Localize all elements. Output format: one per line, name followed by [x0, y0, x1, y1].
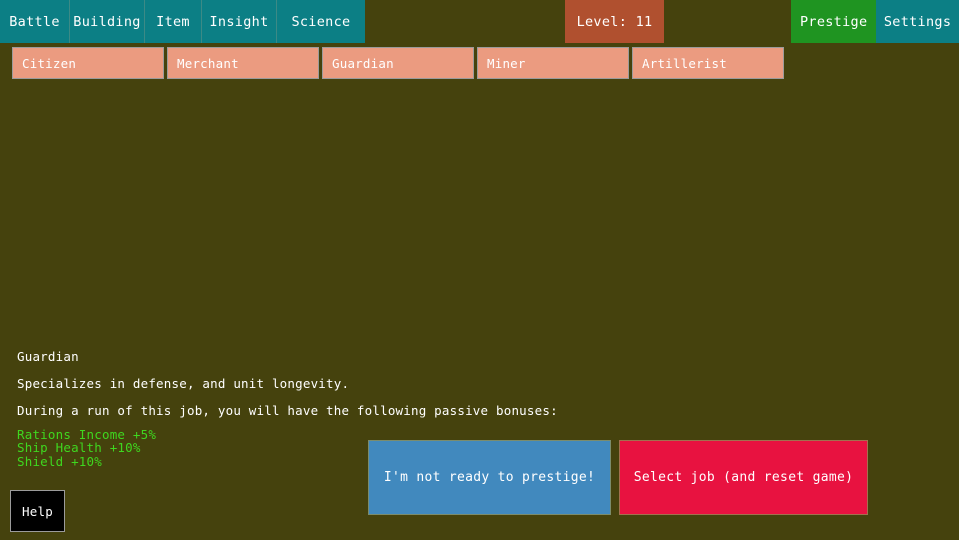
- top-navigation-bar: Battle Building Item Insight Science Lev…: [0, 0, 959, 43]
- job-button-citizen[interactable]: Citizen: [12, 47, 164, 79]
- tab-item[interactable]: Item: [145, 0, 202, 43]
- bonus-item-rations-income: Rations Income +5%: [17, 428, 717, 441]
- job-info-panel: Guardian Specializes in defense, and uni…: [17, 350, 717, 468]
- job-button-miner[interactable]: Miner: [477, 47, 629, 79]
- nav-spacer-left: [365, 0, 565, 43]
- bonus-item-ship-health: Ship Health +10%: [17, 441, 717, 454]
- bonus-list: Rations Income +5% Ship Health +10% Shie…: [17, 428, 717, 468]
- job-button-merchant[interactable]: Merchant: [167, 47, 319, 79]
- bonus-prompt: During a run of this job, you will have …: [17, 404, 717, 417]
- job-button-artillerist[interactable]: Artillerist: [632, 47, 784, 79]
- nav-spacer-right: [664, 0, 791, 43]
- help-button[interactable]: Help: [10, 490, 65, 532]
- tab-battle[interactable]: Battle: [0, 0, 70, 43]
- tab-science[interactable]: Science: [277, 0, 365, 43]
- job-title: Guardian: [17, 350, 717, 363]
- job-description: Specializes in defense, and unit longevi…: [17, 377, 717, 390]
- decline-prestige-button[interactable]: I'm not ready to prestige!: [368, 440, 611, 515]
- settings-button[interactable]: Settings: [876, 0, 959, 43]
- level-badge: Level: 11: [565, 0, 665, 43]
- tab-insight[interactable]: Insight: [202, 0, 277, 43]
- job-button-guardian[interactable]: Guardian: [322, 47, 474, 79]
- prestige-button[interactable]: Prestige: [791, 0, 876, 43]
- select-job-reset-game-button[interactable]: Select job (and reset game): [619, 440, 868, 515]
- bonus-item-shield: Shield +10%: [17, 455, 717, 468]
- tab-building[interactable]: Building: [70, 0, 145, 43]
- job-selector-row: Citizen Merchant Guardian Miner Artiller…: [12, 47, 784, 79]
